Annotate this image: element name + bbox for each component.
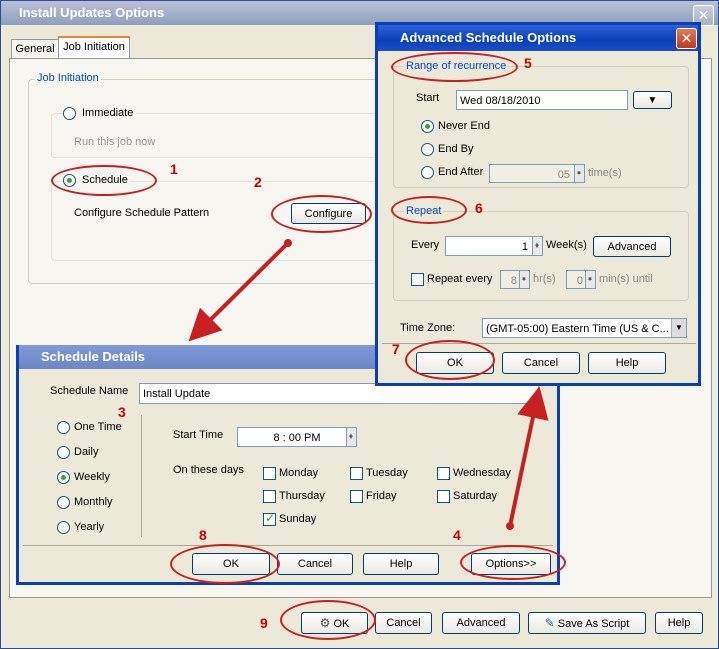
tab-job-initiation[interactable]: Job Initiation [58,36,130,60]
main-advanced-button[interactable]: Advanced [442,612,520,634]
freq-yearly-radio[interactable] [57,521,70,534]
advanced-help-button[interactable]: Help [588,352,666,374]
freq-weekly-label: Weekly [74,471,110,483]
annotation-oval-range [391,52,518,82]
annotation-8: 8 [199,527,207,543]
start-date-input[interactable]: Wed 08/18/2010 [456,90,628,110]
schedule-help-button[interactable]: Help [363,553,439,575]
hr-spinner[interactable] [519,271,529,288]
annotation-oval-configure [271,195,372,233]
annotation-oval-options [460,545,566,580]
freq-daily-radio[interactable] [57,446,70,459]
annotation-2: 2 [254,174,262,190]
immediate-label: Immediate [80,107,136,119]
day-thursday-checkbox[interactable] [263,490,276,503]
start-time-input[interactable]: 8 : 00 PM [237,427,357,447]
immediate-radio[interactable] [63,107,76,120]
day-monday-label: Monday [279,467,319,479]
repeat-every-checkbox[interactable] [411,273,424,286]
annotation-7: 7 [392,341,400,357]
tab-general[interactable]: General [11,39,59,59]
day-friday-label: Friday [366,490,397,502]
main-window-title: Install Updates Options [19,5,165,20]
min-until-label: min(s) until [599,273,653,285]
day-tuesday-label: Tuesday [366,467,408,479]
save-as-script-button[interactable]: ✎ Save As Script [528,612,646,634]
timezone-dropdown-icon[interactable]: ▼ [671,319,686,337]
annotation-oval-repeat [391,196,467,224]
annotation-3: 3 [118,404,126,420]
day-monday-checkbox[interactable] [263,467,276,480]
start-label: Start [416,92,440,104]
never-end-radio[interactable] [421,120,434,133]
timezone-label: Time Zone: [400,322,456,334]
annotation-6: 6 [475,200,483,216]
annotation-1: 1 [170,161,178,177]
start-time-label: Start Time [173,429,224,441]
schedule-details-title: Schedule Details [41,349,146,364]
end-after-label: End After [438,166,484,178]
annotation-oval-schedule-ok [170,544,280,584]
min-input[interactable]: 0 [566,270,596,289]
freq-one-time-radio[interactable] [57,421,70,434]
times-label: time(s) [588,167,622,179]
every-input[interactable]: 1 [445,236,543,256]
main-help-button[interactable]: Help [655,612,703,634]
freq-yearly-label: Yearly [74,521,105,533]
annotation-4: 4 [453,527,461,543]
day-friday-checkbox[interactable] [350,490,363,503]
end-after-radio[interactable] [421,166,434,179]
annotation-5: 5 [524,55,532,71]
advanced-title: Advanced Schedule Options [400,30,577,45]
day-saturday-checkbox[interactable] [437,490,450,503]
annotation-oval-advanced-ok [405,340,495,380]
end-after-spinner[interactable] [574,165,584,182]
script-icon: ✎ [544,616,555,630]
schedule-cancel-button[interactable]: Cancel [277,553,353,575]
freq-weekly-radio[interactable] [57,471,70,484]
start-date-dropdown-icon[interactable]: ▼ [633,91,672,109]
hr-input[interactable]: 8 [500,270,530,289]
freq-monthly-label: Monthly [74,496,113,508]
advanced-titlebar: Advanced Schedule Options [378,25,698,51]
end-by-radio[interactable] [421,143,434,156]
day-wednesday-label: Wednesday [453,467,511,479]
job-initiation-group-title: Job Initiation [35,72,101,84]
main-cancel-button[interactable]: Cancel [375,612,432,634]
every-spinner[interactable] [532,237,542,255]
day-thursday-label: Thursday [279,490,325,502]
freq-daily-label: Daily [74,446,99,458]
timezone-select[interactable]: (GMT-05:00) Eastern Time (US & C... ▼ [482,318,687,338]
repeat-every-label: Repeat every [427,273,493,285]
day-tuesday-checkbox[interactable] [350,467,363,480]
every-label: Every [411,239,440,251]
day-saturday-label: Saturday [453,490,498,502]
start-time-spinner[interactable] [346,428,356,446]
hr-label: hr(s) [533,273,556,285]
advanced-cancel-button[interactable]: Cancel [502,352,580,374]
annotation-9: 9 [260,615,268,631]
configure-pattern-label: Configure Schedule Pattern [74,207,210,219]
frequency-divider [141,415,142,537]
end-after-input[interactable]: 05 [489,164,585,183]
annotation-oval-main-ok [280,600,376,640]
day-sunday-label: Sunday [279,513,317,525]
never-end-label: Never End [438,120,490,132]
day-wednesday-checkbox[interactable] [437,467,450,480]
freq-one-time-label: One Time [74,421,122,433]
repeat-advanced-button[interactable]: Advanced [593,236,671,257]
days-label: On these days [173,464,244,476]
min-spinner[interactable] [585,271,595,288]
schedule-name-label: Schedule Name [50,385,129,397]
schedule-name-input[interactable]: Install Update [139,383,539,404]
day-sunday-checkbox[interactable] [263,511,276,526]
end-by-label: End By [438,143,474,155]
freq-monthly-radio[interactable] [57,496,70,509]
advanced-close-icon[interactable]: ✕ [676,28,697,49]
schedule-button-divider [23,545,553,546]
annotation-oval-schedule [51,165,157,196]
weeks-label: Week(s) [546,239,587,251]
run-now-label: Run this job now [74,136,156,148]
